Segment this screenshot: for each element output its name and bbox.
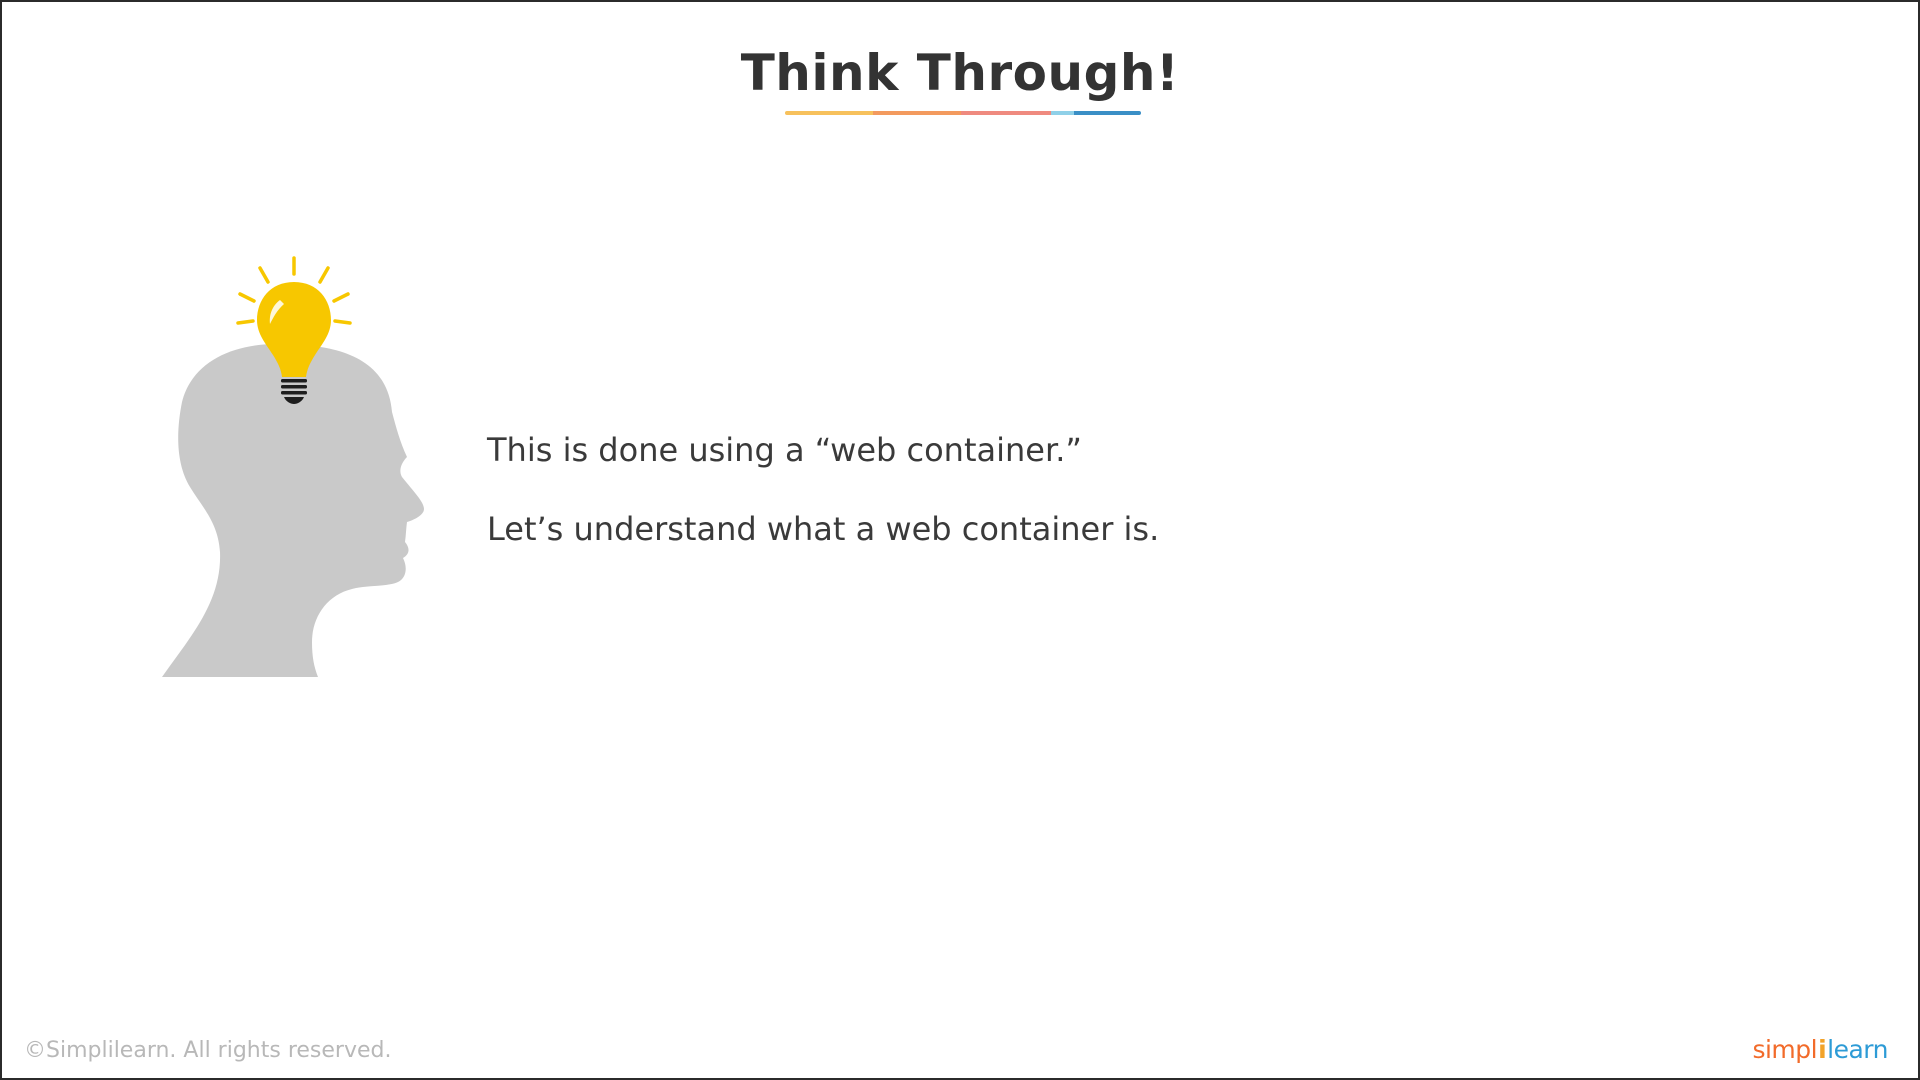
thinking-head-illustration	[162, 256, 424, 677]
underline-segment	[1051, 111, 1074, 115]
underline-segment	[785, 111, 873, 115]
body-line: This is done using a “web container.”	[487, 431, 1082, 469]
slide-title: Think Through!	[740, 44, 1180, 102]
simplilearn-logo: simpl i learn	[1752, 1035, 1888, 1064]
title-underline	[785, 111, 1141, 115]
slide-body: This is done using a “web container.” Le…	[487, 430, 1387, 549]
underline-segment	[873, 111, 961, 115]
underline-segment	[1074, 111, 1141, 115]
logo-text-part2: learn	[1827, 1035, 1888, 1064]
slide: Think Through! This is done using a “web…	[0, 0, 1920, 1080]
logo-text-part1: simpl	[1752, 1035, 1818, 1064]
underline-segment	[961, 111, 1051, 115]
body-line: Let’s understand what a web container is…	[487, 510, 1160, 548]
copyright-notice: ©Simplilearn. All rights reserved.	[24, 1038, 392, 1063]
logo-separator: i	[1818, 1035, 1827, 1064]
